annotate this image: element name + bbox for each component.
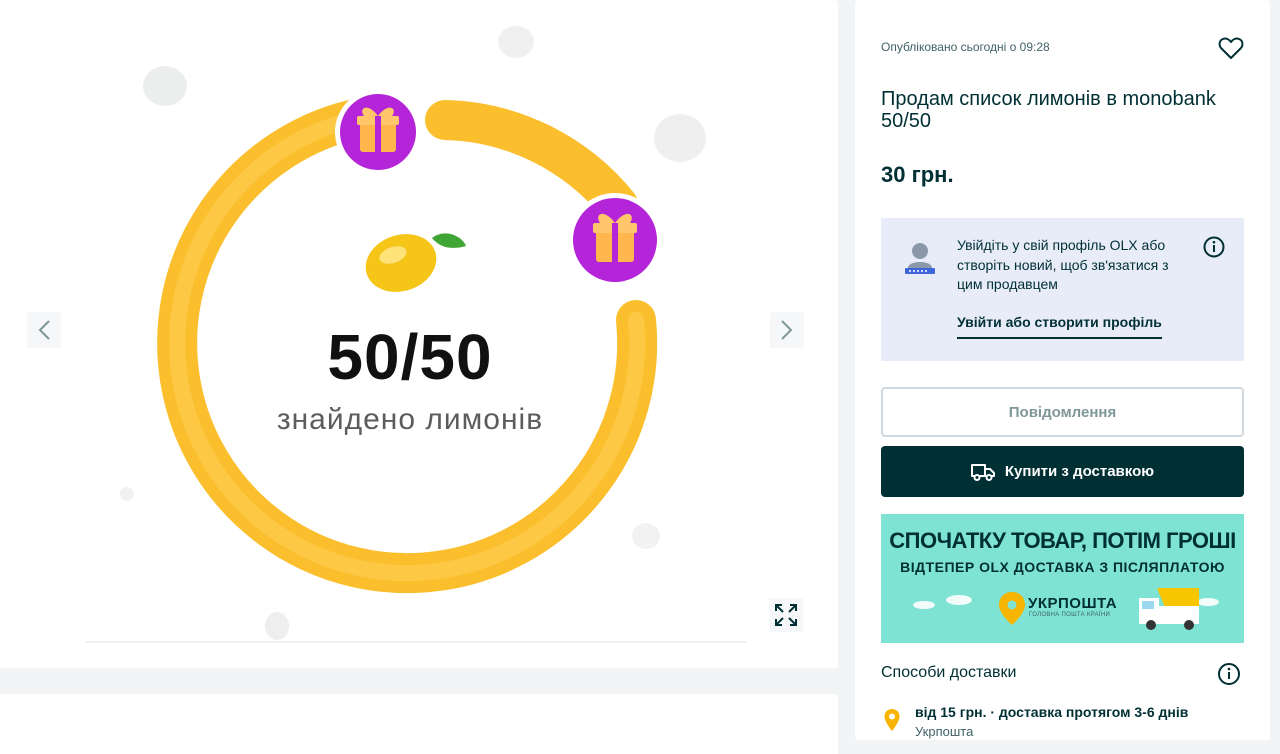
banner-logo-tagline: ГОЛОВНА ПОШТА КРАЇНИ: [1029, 612, 1111, 618]
published-date: Опубліковано сьогодні о 09:28: [881, 40, 1050, 54]
gift-badge-top: [335, 89, 421, 175]
cloud-icon: [946, 595, 972, 605]
truck-icon: [970, 463, 995, 481]
lemon-score: 50/50: [327, 321, 493, 393]
cloud-icon: [913, 601, 935, 609]
gift-badge-right: [568, 193, 662, 287]
delivery-methods-title: Способи доставки: [881, 664, 1017, 681]
login-prompt-text: Увійдіть у свій профіль OLX або створіть…: [957, 237, 1169, 292]
lemon-score-caption: знайдено лимонів: [276, 403, 544, 436]
gallery-prev-button[interactable]: [27, 312, 61, 348]
listing-sidebar: Опубліковано сьогодні о 09:28 Продам спи…: [855, 0, 1270, 740]
user-profile-icon: [905, 243, 935, 274]
message-button[interactable]: Повідомлення: [881, 387, 1244, 437]
fullscreen-button[interactable]: [769, 598, 803, 632]
lemon-icon: [356, 221, 466, 307]
info-icon[interactable]: [1217, 662, 1241, 686]
image-gallery: 50/50 знайдено лимонів: [0, 0, 838, 668]
buy-with-delivery-label: Купити з доставкою: [1004, 463, 1155, 480]
delivery-promo-banner[interactable]: СПОЧАТКУ ТОВАР, ПОТІМ ГРОШІ ВІДТЕПЕР OLX…: [881, 514, 1244, 643]
faint-lemon-decoration: [632, 523, 660, 549]
login-link[interactable]: Увійти або створити профіль: [957, 314, 1162, 339]
delivery-option-provider: Укрпошта: [915, 724, 974, 739]
faint-lemon-decoration: [498, 26, 534, 58]
faint-lemon-decoration: [143, 66, 187, 106]
chevron-right-icon: [781, 320, 793, 340]
listing-title: Продам список лимонів в monobank 50/50: [881, 88, 1216, 132]
faint-lemon-decoration: [654, 114, 706, 162]
buy-with-delivery-button[interactable]: Купити з доставкою: [881, 446, 1244, 497]
listing-price: 30 грн.: [881, 162, 954, 187]
delivery-truck-illustration: [1139, 588, 1199, 630]
cloud-icon: [1197, 598, 1219, 606]
banner-illustration: [913, 588, 1219, 630]
expand-icon: [775, 604, 797, 626]
faint-dot-decoration: [120, 487, 134, 501]
gallery-next-button[interactable]: [770, 312, 804, 348]
heart-icon[interactable]: [1217, 34, 1245, 62]
info-icon[interactable]: [1203, 236, 1225, 258]
ukrposhta-logo-icon: [999, 592, 1025, 625]
chevron-left-icon: [38, 320, 50, 340]
progress-ring-main: [425, 100, 638, 225]
ukrposhta-pin-icon: [884, 709, 900, 731]
delivery-option-price: від 15 грн. · доставка протягом 3-6 днів: [915, 704, 1189, 720]
description-card: [0, 694, 838, 754]
login-prompt-box: Увійдіть у свій профіль OLX або створіть…: [881, 218, 1244, 361]
faint-lemon-decoration: [265, 612, 289, 640]
banner-logo-text: УКРПОШТА: [1028, 595, 1118, 612]
